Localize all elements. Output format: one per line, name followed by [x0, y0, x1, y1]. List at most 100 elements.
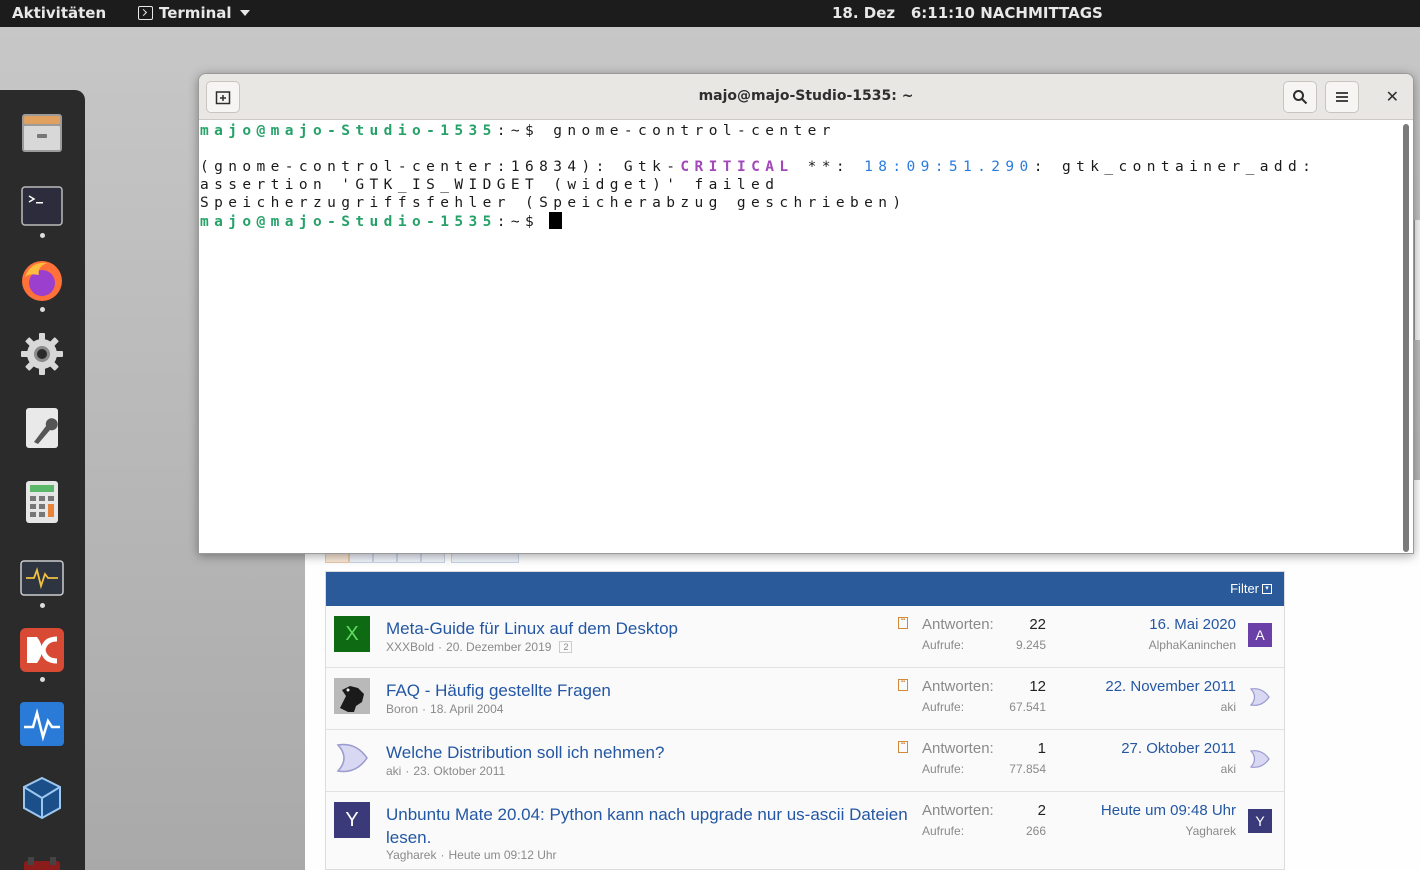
- avatar[interactable]: X: [334, 616, 370, 652]
- aki-icon: [1249, 750, 1270, 768]
- thread-list: Filter ▾ X Meta-Guide für Linux auf dem …: [325, 571, 1285, 870]
- thread-title[interactable]: Meta-Guide für Linux auf dem Desktop: [386, 617, 916, 640]
- views-count: 67.541: [1009, 700, 1046, 714]
- firefox-logo-icon: [22, 261, 62, 301]
- last-poster-avatar[interactable]: [1248, 685, 1272, 709]
- replies-count: 12: [1029, 678, 1046, 695]
- activities-button[interactable]: Aktivitäten: [12, 4, 106, 22]
- last-poster-avatar[interactable]: A: [1248, 623, 1272, 647]
- views-count: 9.245: [1015, 638, 1046, 652]
- top-bar: Aktivitäten Terminal 18. Dez 6:11:10 NAC…: [0, 0, 1420, 27]
- thread-row: X Meta-Guide für Linux auf dem Desktop X…: [326, 606, 1284, 668]
- thread-date[interactable]: 23. Oktober 2011: [413, 764, 505, 778]
- prompt-suffix: :~$: [496, 123, 554, 139]
- thread-author[interactable]: Boron: [386, 702, 418, 716]
- monitor-graph-icon: [20, 560, 64, 596]
- thread-date[interactable]: 20. Dezember 2019: [446, 640, 551, 654]
- terminal-output[interactable]: majo@majo-Studio-1535:~$ gnome-control-c…: [199, 120, 1399, 553]
- thread-title[interactable]: Unbuntu Mate 20.04: Python kann nach upg…: [386, 803, 916, 849]
- calculator-keys-icon: [26, 481, 58, 523]
- last-post-user[interactable]: Yagharek: [1066, 824, 1236, 838]
- system-monitor-icon[interactable]: [18, 554, 66, 602]
- avatar-letter: Y: [345, 808, 359, 831]
- thread-author[interactable]: XXXBold: [386, 640, 434, 654]
- thread-author[interactable]: Yagharek: [386, 848, 436, 862]
- firefox-icon[interactable]: [18, 256, 66, 304]
- app-icon[interactable]: [18, 846, 66, 870]
- double-commander-icon[interactable]: [18, 626, 66, 674]
- hamburger-icon: [1336, 92, 1348, 102]
- thread-meta: Yagharek · Heute um 09:12 Uhr: [386, 848, 557, 862]
- terminal-prompt-icon: [21, 186, 63, 226]
- thread-list-header: Filter ▾: [326, 572, 1284, 606]
- thread-author[interactable]: aki: [386, 764, 401, 778]
- thread-date[interactable]: Heute um 09:12 Uhr: [448, 848, 556, 862]
- scrollbar-thumb[interactable]: [1403, 124, 1409, 552]
- close-icon[interactable]: ✕: [1386, 87, 1399, 106]
- sticky-icon: ▪▪: [898, 741, 908, 753]
- last-post-date[interactable]: 27. Oktober 2011: [1066, 740, 1236, 757]
- avatar[interactable]: [334, 740, 370, 776]
- meta-separator: ·: [422, 702, 427, 716]
- replies-count: 1: [1037, 740, 1046, 757]
- terminal-scrollbar[interactable]: [1402, 124, 1410, 552]
- aki-icon: [1249, 688, 1270, 706]
- output-line: assertion 'GTK_IS_WIDGET (widget)' faile…: [200, 177, 780, 193]
- error-prefix: (gnome-control-center:16834): Gtk-: [200, 159, 681, 175]
- critical-label: CRITICAL: [680, 159, 794, 175]
- filter-icon: ▾: [1262, 583, 1272, 594]
- thread-meta: aki · 23. Oktober 2011: [386, 764, 505, 778]
- forum-tab[interactable]: [421, 553, 445, 563]
- views-count: 77.854: [1009, 762, 1046, 776]
- running-indicator: [40, 603, 45, 608]
- command-text: gnome-control-center: [553, 123, 836, 139]
- forum-tab[interactable]: [397, 553, 421, 563]
- meta-separator: ·: [405, 764, 410, 778]
- last-post-date[interactable]: 16. Mai 2020: [1066, 616, 1236, 633]
- forum-tab[interactable]: [325, 553, 349, 563]
- tweaks-icon[interactable]: [18, 404, 66, 452]
- forum-tab[interactable]: [451, 553, 519, 563]
- prompt-suffix: :~$: [496, 214, 554, 230]
- error-function: : gtk_container_add:: [1033, 159, 1317, 175]
- calculator-icon[interactable]: [18, 478, 66, 526]
- last-poster-avatar[interactable]: [1248, 747, 1272, 771]
- raven-icon: [334, 678, 370, 714]
- menu-button[interactable]: [1325, 81, 1359, 113]
- thread-title[interactable]: Welche Distribution soll ich nehmen?: [386, 741, 916, 764]
- avatar-raven[interactable]: [334, 678, 370, 714]
- thread-date[interactable]: 18. April 2004: [430, 702, 503, 716]
- avatar-letter: X: [345, 622, 359, 645]
- running-indicator: [40, 677, 45, 682]
- terminal-window: majo@majo-Studio-1535: ~ ✕ majo@majo-Stu…: [198, 73, 1414, 554]
- output-line: Speicherzugriffsfehler (Speicherabzug ge…: [200, 195, 907, 211]
- filter-button[interactable]: Filter ▾: [1230, 581, 1272, 596]
- views-label: Aufrufe:: [922, 700, 965, 714]
- last-poster-avatar[interactable]: Y: [1248, 809, 1272, 833]
- thread-title[interactable]: FAQ - Häufig gestellte Fragen: [386, 679, 916, 702]
- replies-label: Antworten:: [922, 616, 994, 633]
- text-cursor: [549, 212, 563, 229]
- files-icon[interactable]: [18, 108, 66, 156]
- stacer-icon[interactable]: [18, 700, 66, 748]
- meta-separator: ·: [440, 848, 445, 862]
- avatar[interactable]: Y: [334, 802, 370, 838]
- replies-count: 22: [1029, 616, 1046, 633]
- last-post-date[interactable]: 22. November 2011: [1066, 678, 1236, 695]
- clock[interactable]: 18. Dez 6:11:10 NACHMITTAGS: [832, 4, 1103, 22]
- chevron-down-icon: [239, 10, 250, 16]
- forum-tab[interactable]: [349, 553, 373, 563]
- last-post-user[interactable]: AlphaKaninchen: [1066, 638, 1236, 652]
- forum-tab[interactable]: [373, 553, 397, 563]
- sticky-icon: ▪▪: [898, 617, 908, 629]
- last-post-date[interactable]: Heute um 09:48 Uhr: [1066, 802, 1236, 819]
- app-menu[interactable]: Terminal: [138, 4, 250, 22]
- search-button[interactable]: [1283, 81, 1317, 113]
- page-badge[interactable]: 2: [559, 641, 573, 653]
- virtualbox-icon[interactable]: [18, 774, 66, 822]
- last-post-user[interactable]: aki: [1066, 700, 1236, 714]
- window-edge: [1414, 220, 1420, 340]
- settings-icon[interactable]: [18, 330, 66, 378]
- terminal-icon[interactable]: [18, 182, 66, 230]
- last-post-user[interactable]: aki: [1066, 762, 1236, 776]
